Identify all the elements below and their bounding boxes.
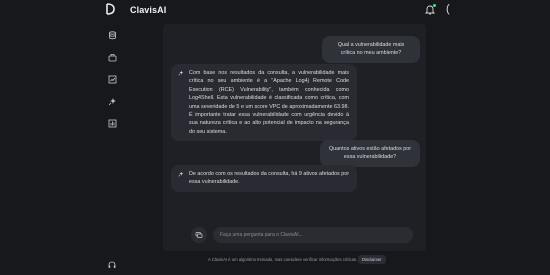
notification-dot [433, 4, 436, 7]
app-title: ClavisAI [130, 5, 167, 15]
assistant-message: De acordo com os resultados da consulta,… [171, 165, 357, 192]
assistant-message-text: De acordo com os resultados da consulta,… [189, 171, 349, 186]
briefcase-icon[interactable] [108, 53, 117, 62]
attachment-icon [195, 232, 203, 238]
ai-sparkle-icon [178, 70, 184, 76]
ai-sparkle-icon [178, 171, 184, 177]
clavis-logo-icon[interactable] [103, 2, 117, 16]
user-message: Quantos ativos estão afetados por essa v… [320, 140, 420, 167]
assistant-message: Com base nos resultados da consulta, a v… [171, 64, 357, 141]
headset-icon[interactable] [108, 261, 116, 269]
ai-sparkle-icon[interactable] [108, 97, 117, 106]
footer-note: A ClavisAI é um algoritmo treinado, mas … [208, 257, 358, 262]
report-icon[interactable] [108, 119, 117, 128]
chat-input[interactable] [213, 227, 413, 243]
user-message-text: Qual a vulnerabilidade mais crítica no m… [337, 42, 405, 57]
chart-icon[interactable] [108, 75, 117, 84]
database-icon[interactable] [108, 31, 117, 40]
user-message: Qual a vulnerabilidade mais crítica no m… [322, 36, 420, 63]
disclaimer-button[interactable]: Disclaimer [358, 255, 386, 264]
top-right-glyph[interactable]: ( [446, 3, 450, 15]
user-message-text: Quantos ativos estão afetados por essa v… [328, 146, 412, 161]
sidebar [0, 22, 160, 275]
assistant-message-text: Com base nos resultados da consulta, a v… [189, 70, 349, 135]
top-bar: ClavisAI ( [0, 0, 550, 22]
attachment-button[interactable] [191, 227, 207, 243]
